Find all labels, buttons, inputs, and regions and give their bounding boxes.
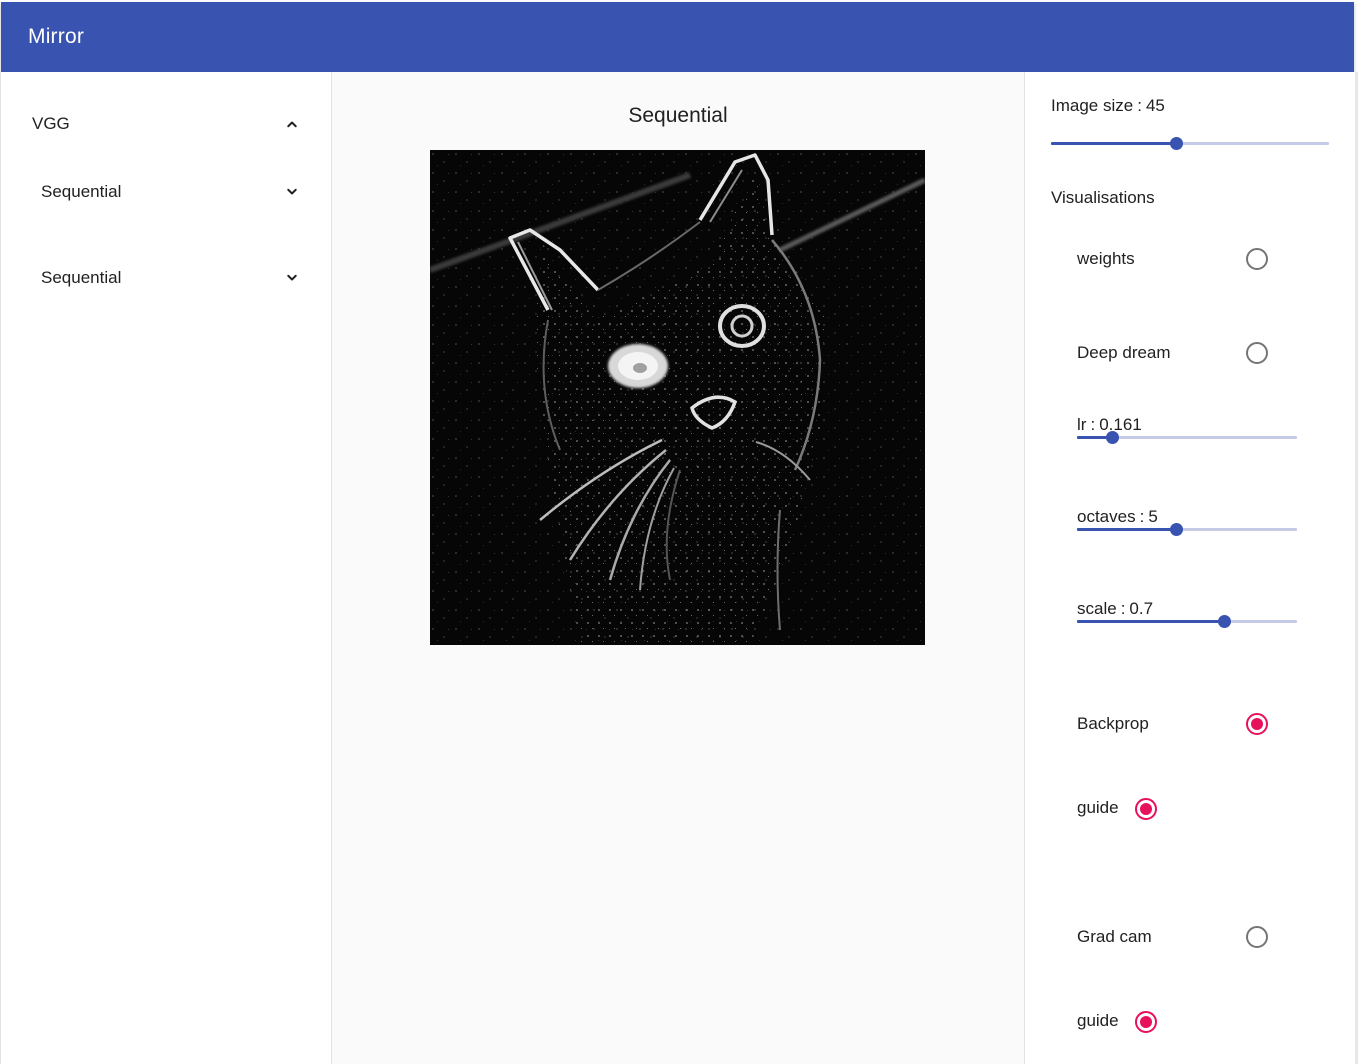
backprop-guide-radio[interactable]	[1135, 798, 1157, 820]
grad-cam-label: Grad cam	[1077, 927, 1152, 946]
visualisation-image	[430, 150, 925, 645]
weights-label: weights	[1077, 249, 1135, 268]
cat-saliency-image	[430, 150, 925, 645]
backprop-radio[interactable]	[1246, 713, 1268, 735]
visualisations-heading: Visualisations	[1051, 188, 1155, 207]
tree-item-sequential-1[interactable]: Sequential	[1, 172, 332, 212]
backprop-label: Backprop	[1077, 714, 1149, 733]
slider-thumb[interactable]	[1170, 137, 1184, 150]
image-size-label: Image size:45	[1051, 96, 1165, 115]
octaves-slider[interactable]	[1077, 522, 1297, 536]
tree-item-sequential-2[interactable]: Sequential	[1, 258, 332, 298]
chevron-down-icon[interactable]	[283, 269, 301, 287]
deep-dream-label: Deep dream	[1077, 343, 1171, 362]
tree-item-label: Sequential	[41, 182, 122, 201]
image-size-value: 45	[1145, 96, 1165, 115]
slider-thumb[interactable]	[1170, 523, 1183, 536]
settings-panel: Image size:45 Visualisations weights Dee…	[1024, 72, 1355, 1064]
tree-item-label: Sequential	[41, 268, 122, 287]
slider-thumb[interactable]	[1218, 615, 1232, 628]
grad-cam-radio[interactable]	[1246, 926, 1268, 948]
tree-item-label: VGG	[32, 114, 70, 133]
output-panel: Sequential	[332, 72, 1024, 1064]
layer-tree-panel: VGG Sequential Sequential	[0, 72, 332, 1064]
weights-radio[interactable]	[1246, 248, 1268, 270]
lr-slider[interactable]	[1077, 430, 1297, 444]
chevron-down-icon[interactable]	[283, 183, 301, 201]
scale-slider[interactable]	[1077, 614, 1297, 628]
app-bar: Mirror	[1, 2, 1354, 72]
deep-dream-radio[interactable]	[1246, 342, 1268, 364]
grad-cam-guide-radio[interactable]	[1135, 1011, 1157, 1033]
tree-item-vgg[interactable]: VGG	[1, 104, 332, 144]
output-title: Sequential	[628, 104, 728, 127]
slider-thumb[interactable]	[1106, 431, 1120, 444]
backprop-guide-label: guide	[1077, 798, 1119, 817]
chevron-up-icon[interactable]	[283, 115, 301, 133]
app-title: Mirror	[28, 25, 85, 48]
image-size-slider[interactable]	[1051, 136, 1329, 150]
grad-cam-guide-label: guide	[1077, 1011, 1119, 1030]
